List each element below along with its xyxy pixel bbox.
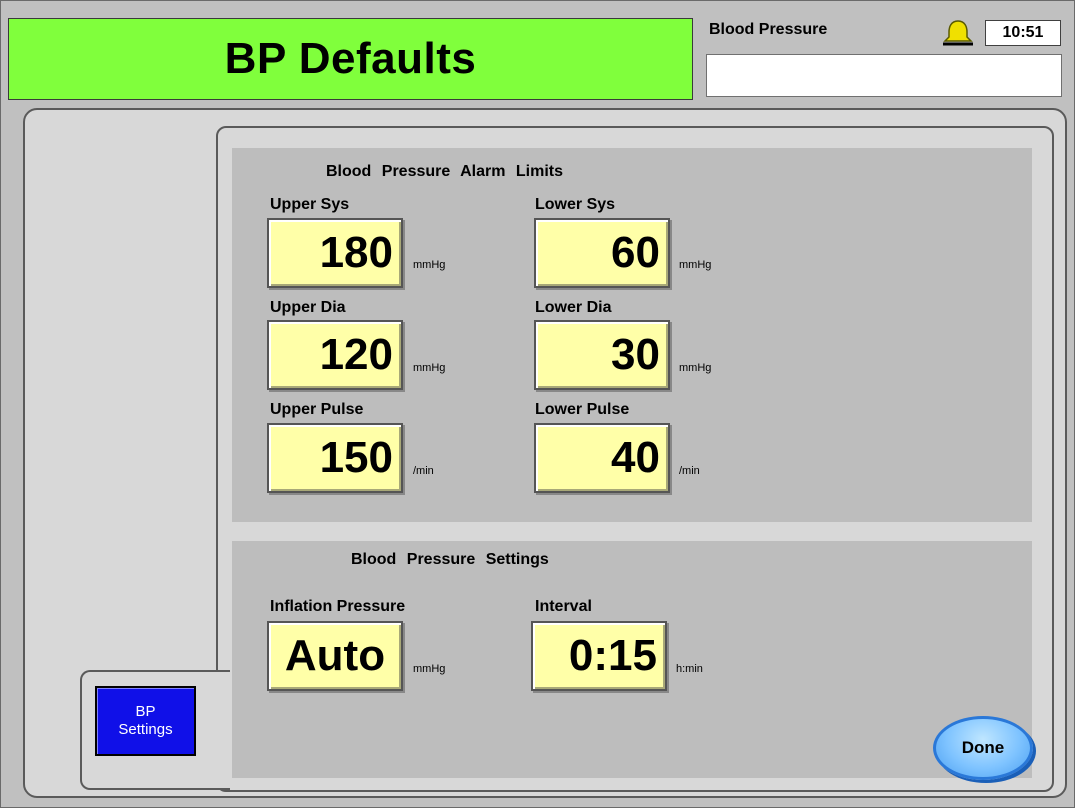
alarm-limits-section: Blood Pressure Alarm Limits Upper Sys 18…	[232, 148, 1032, 522]
interval-label: Interval	[535, 598, 592, 615]
upper-pulse-field[interactable]: 150	[267, 423, 403, 493]
inflation-pressure-field[interactable]: Auto	[267, 621, 403, 691]
upper-dia-field[interactable]: 120	[267, 320, 403, 390]
alarm-limits-title: Blood Pressure Alarm Limits	[326, 163, 564, 180]
lower-dia-field[interactable]: 30	[534, 320, 670, 390]
page-title: BP Defaults	[224, 34, 477, 83]
upper-dia-unit: mmHg	[413, 362, 446, 374]
bp-settings-tab-line1: BP	[135, 703, 156, 720]
bp-settings-tab-line2: Settings	[118, 721, 173, 738]
interval-field[interactable]: 0:15	[531, 621, 667, 691]
bp-settings-section: Blood Pressure Settings Inflation Pressu…	[232, 541, 1032, 778]
inflation-pressure-unit: mmHg	[413, 663, 446, 675]
upper-sys-unit: mmHg	[413, 259, 446, 271]
upper-sys-label: Upper Sys	[270, 196, 350, 213]
clock-display: 10:51	[985, 20, 1061, 46]
upper-pulse-unit: /min	[413, 465, 434, 477]
lower-pulse-label: Lower Pulse	[535, 401, 630, 418]
upper-sys-field[interactable]: 180	[267, 218, 403, 288]
alarm-bell-icon[interactable]	[940, 18, 976, 48]
done-button-label: Done	[961, 738, 1005, 757]
bp-settings-title: Blood Pressure Settings	[351, 551, 549, 568]
lower-sys-unit: mmHg	[679, 259, 712, 271]
lower-dia-label: Lower Dia	[535, 299, 612, 316]
upper-pulse-label: Upper Pulse	[270, 401, 364, 418]
lower-pulse-unit: /min	[679, 465, 700, 477]
lower-sys-field[interactable]: 60	[534, 218, 670, 288]
interval-unit: h:min	[676, 663, 703, 675]
inflation-pressure-label: Inflation Pressure	[270, 598, 406, 615]
bp-settings-tab[interactable]: BP Settings	[95, 686, 196, 756]
mode-status-box	[706, 54, 1062, 97]
done-button[interactable]: Done	[933, 716, 1033, 780]
lower-sys-label: Lower Sys	[535, 196, 616, 213]
upper-dia-label: Upper Dia	[270, 299, 346, 316]
mode-label: Blood Pressure	[709, 21, 828, 38]
lower-pulse-field[interactable]: 40	[534, 423, 670, 493]
page-title-bar: BP Defaults	[8, 18, 693, 100]
lower-dia-unit: mmHg	[679, 362, 712, 374]
